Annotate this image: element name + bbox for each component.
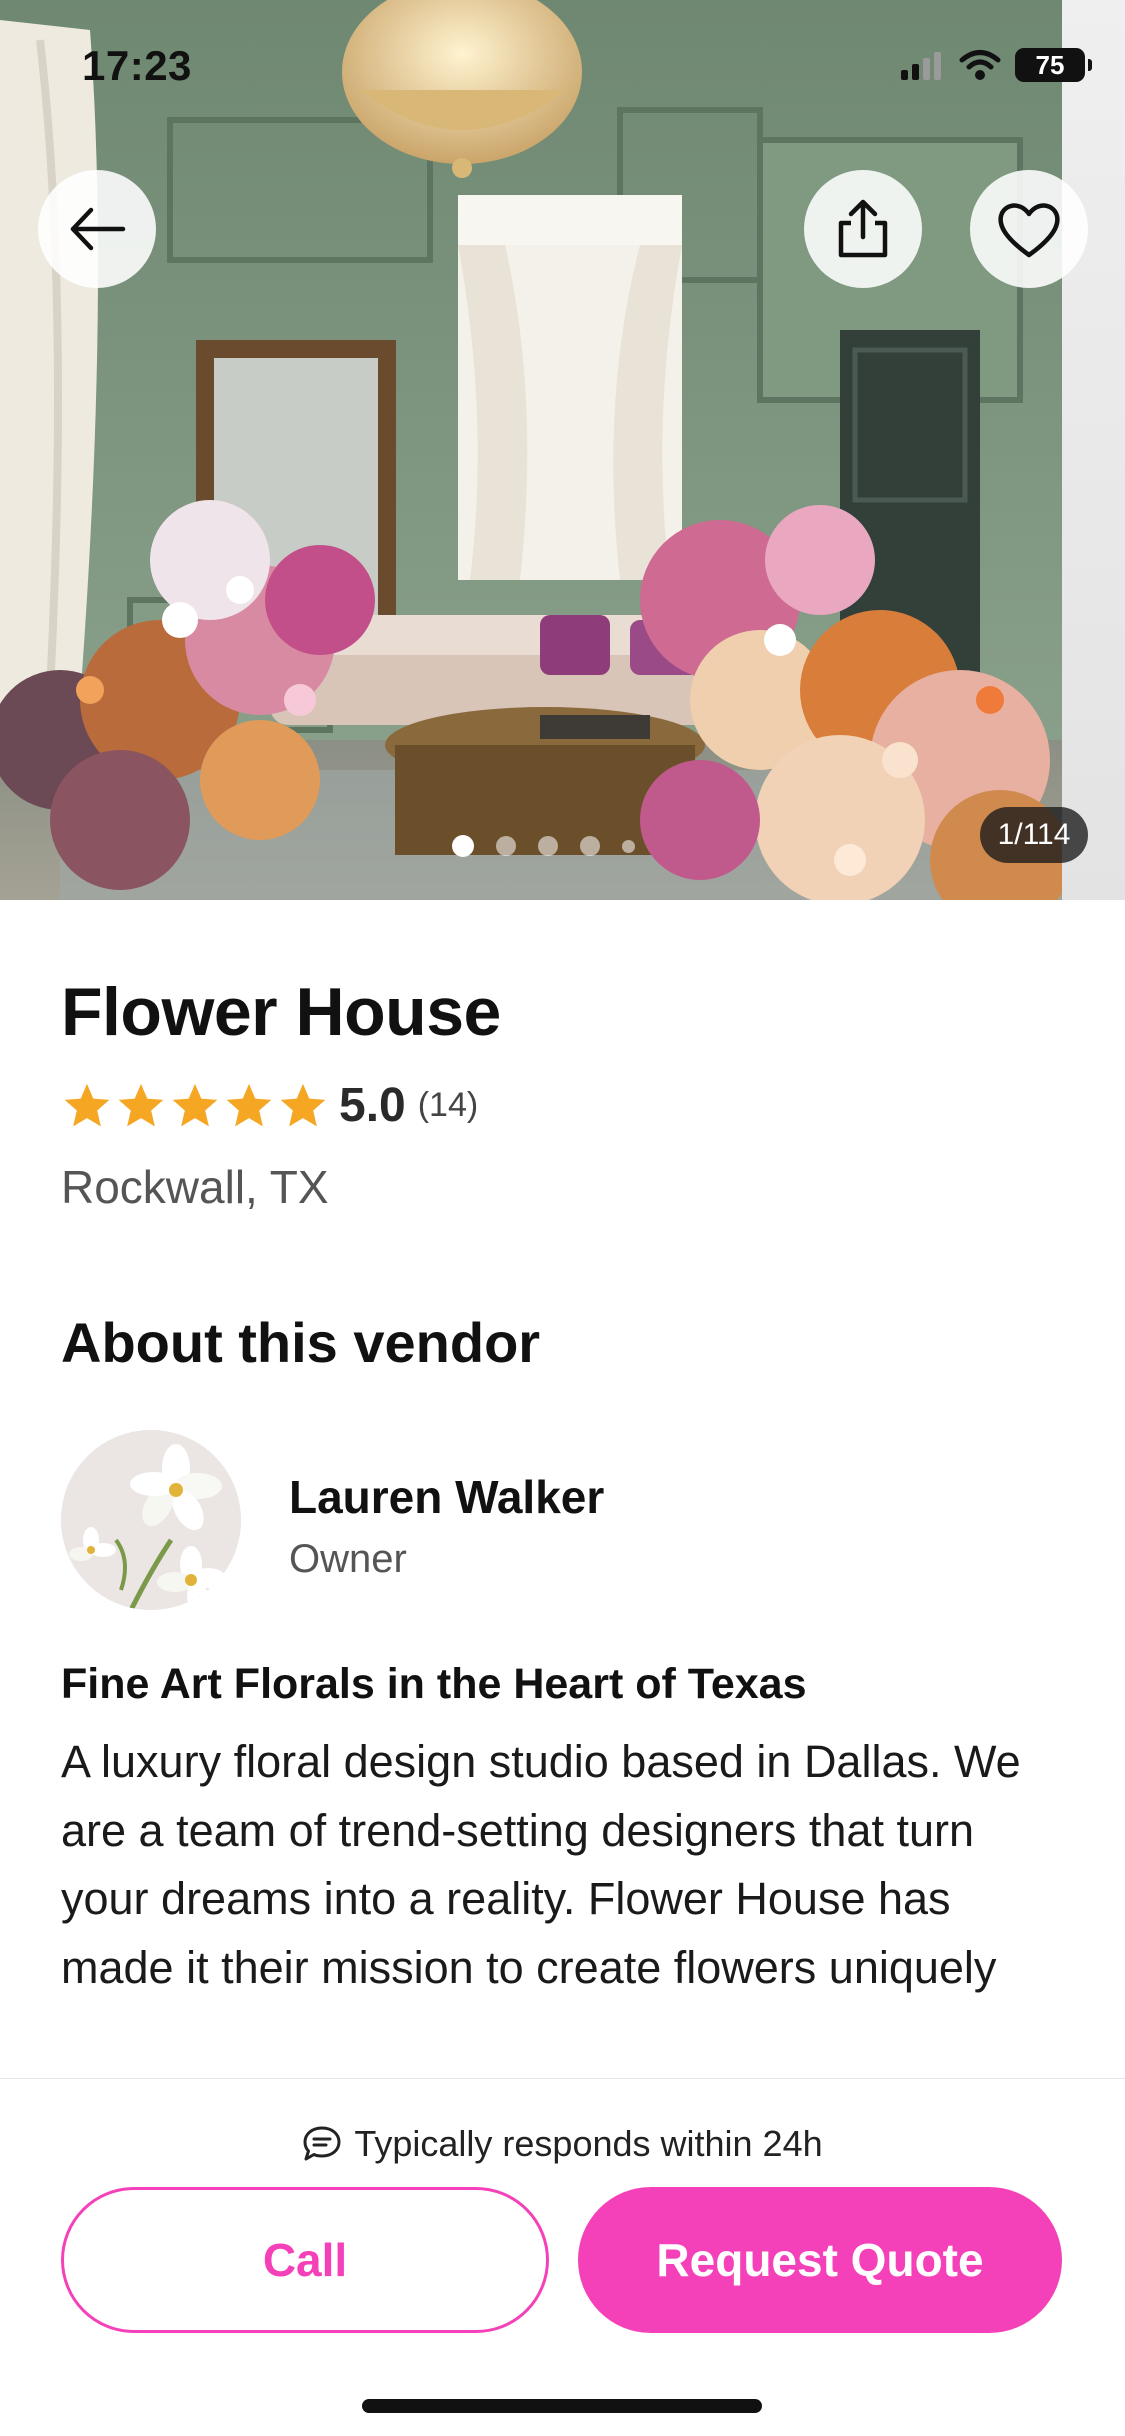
hero-gallery[interactable]: 17:23 75 1/114 xyxy=(0,0,1125,900)
status-bar: 17:23 75 xyxy=(0,0,1125,140)
star-icon xyxy=(172,1083,218,1126)
wifi-icon xyxy=(959,50,1001,80)
about-section-title: About this vendor xyxy=(61,1311,541,1374)
star-icon xyxy=(118,1083,164,1126)
photo-pagination-dots xyxy=(452,835,635,857)
response-time-text: Typically responds within 24h xyxy=(354,2123,823,2164)
heart-icon xyxy=(998,203,1060,258)
pagination-dot xyxy=(538,836,558,856)
owner-name: Lauren Walker xyxy=(289,1471,605,1523)
favorite-button[interactable] xyxy=(970,170,1088,288)
call-button[interactable]: Call xyxy=(61,2187,549,2333)
flower-avatar-image xyxy=(61,1430,241,1610)
bottom-action-bar: Typically responds within 24h Call Reque… xyxy=(0,2078,1125,2436)
rating-summary[interactable]: 5.0 (14) xyxy=(61,1078,478,1133)
star-icon xyxy=(226,1083,272,1126)
battery-indicator: 75 xyxy=(1015,48,1092,82)
signal-icon xyxy=(901,52,941,80)
back-button[interactable] xyxy=(38,170,156,288)
vendor-location: Rockwall, TX xyxy=(61,1161,329,1213)
owner-avatar xyxy=(61,1430,241,1610)
star-icon xyxy=(280,1083,326,1126)
share-icon xyxy=(838,199,888,258)
request-quote-button[interactable]: Request Quote xyxy=(578,2187,1062,2333)
vendor-description: A luxury floral design studio based in D… xyxy=(61,1736,1021,1993)
pagination-dot xyxy=(580,836,600,856)
response-time-row: Typically responds within 24h xyxy=(0,2123,1125,2165)
rating-value: 5.0 xyxy=(339,1079,406,1132)
vendor-name: Flower House xyxy=(61,974,501,1050)
review-count[interactable]: (14) xyxy=(418,1086,478,1125)
photo-counter: 1/114 xyxy=(980,807,1088,863)
vendor-tagline: Fine Art Florals in the Heart of Texas xyxy=(61,1660,807,1708)
star-icon xyxy=(64,1083,110,1126)
pagination-dot xyxy=(622,839,635,853)
owner-role: Owner xyxy=(289,1537,407,1581)
pagination-dot xyxy=(496,836,516,856)
chat-bubble-icon xyxy=(303,2126,341,2161)
share-button[interactable] xyxy=(804,170,922,288)
pagination-dot xyxy=(452,835,474,857)
status-indicators: 75 xyxy=(901,48,1092,82)
arrow-left-icon xyxy=(70,207,126,251)
status-time: 17:23 xyxy=(82,42,192,89)
home-indicator xyxy=(362,2399,762,2413)
star-rating xyxy=(61,1080,329,1132)
